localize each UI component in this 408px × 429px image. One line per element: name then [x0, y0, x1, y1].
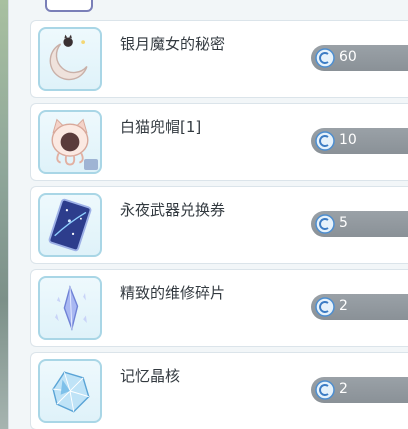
crystal-coin-icon — [315, 214, 335, 234]
shop-item[interactable]: 白猫兜帽[1] 10 — [30, 103, 408, 181]
shop-item[interactable]: 永夜武器兑换券 5 — [30, 186, 408, 264]
crystal-coin-icon — [315, 48, 335, 68]
item-name: 精致的维修碎片 — [120, 284, 226, 302]
cost-pill[interactable]: 5 — [311, 211, 408, 237]
shop-item[interactable]: 银月魔女的秘密 60 — [30, 20, 408, 98]
cost-pill[interactable]: 10 — [311, 128, 408, 154]
cost-value: 10 — [339, 132, 357, 148]
cost-pill[interactable]: 2 — [311, 294, 408, 320]
item-name: 银月魔女的秘密 — [120, 35, 226, 53]
crystal-shard-icon — [38, 276, 102, 340]
panel-tab — [45, 0, 93, 12]
item-name: 白猫兜帽[1] — [120, 118, 202, 136]
memory-crystal-core-icon — [38, 359, 102, 423]
white-cat-hood-icon — [38, 110, 102, 174]
item-name: 记忆晶核 — [120, 367, 181, 385]
crystal-coin-icon — [315, 131, 335, 151]
cost-value: 5 — [339, 215, 348, 231]
cost-value: 2 — [339, 298, 348, 314]
crystal-coin-icon — [315, 380, 335, 400]
shop-item[interactable]: 记忆晶核 2 — [30, 352, 408, 429]
cost-pill[interactable]: 2 — [311, 377, 408, 403]
cost-value: 60 — [339, 49, 357, 65]
crystal-coin-icon — [315, 297, 335, 317]
shop-item[interactable]: 精致的维修碎片 2 — [30, 269, 408, 347]
item-name: 永夜武器兑换券 — [120, 201, 226, 219]
cost-pill[interactable]: 60 — [311, 45, 408, 71]
preview-badge-icon — [84, 159, 98, 170]
crescent-moon-cat-icon — [38, 27, 102, 91]
cost-value: 2 — [339, 381, 348, 397]
starry-ticket-icon — [38, 193, 102, 257]
